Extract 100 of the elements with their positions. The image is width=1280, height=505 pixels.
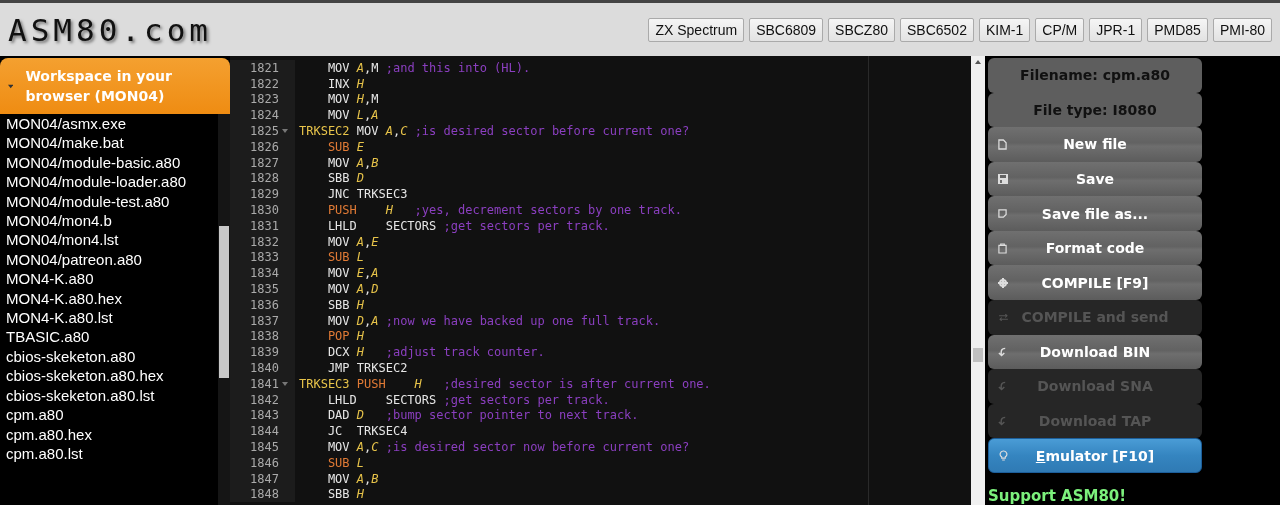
support-link[interactable]: Support ASM80! [988, 486, 1202, 505]
file-info: Filename: cpm.a80 [988, 58, 1202, 93]
file-info: File type: I8080 [988, 92, 1202, 128]
caret-icon [8, 83, 14, 89]
code-line: POP H [326, 329, 365, 344]
platform-button[interactable]: PMD85 [1147, 17, 1208, 42]
panel-button[interactable]: Save [988, 161, 1202, 197]
panel-button[interactable]: COMPILE [F9] [988, 265, 1202, 301]
site-logo: ASM80.com [8, 11, 212, 48]
line-number: 1832 [250, 234, 279, 249]
code-line: MOV A,C ;is desired sector now before current one? [326, 440, 690, 454]
panel-button[interactable]: Format code [988, 230, 1202, 266]
swap-arrows-icon [998, 313, 1009, 321]
fold-arrow-icon[interactable] [282, 381, 288, 386]
file-item[interactable]: cbios-skeketon.a80.hex [6, 366, 218, 386]
line-number: 1843 [250, 408, 279, 423]
platform-button[interactable]: SBC6809 [749, 17, 824, 42]
code-line: SBB H [326, 297, 365, 312]
code-line: MOV H,M [326, 92, 379, 107]
line-number: 1839 [250, 345, 279, 360]
gear-icon [998, 277, 1008, 288]
line-number: 1838 [250, 329, 279, 344]
file-item[interactable]: MON04/module-test.a80 [6, 191, 218, 212]
file-item[interactable]: MON4-K.a80.hex [6, 288, 218, 309]
code-line: MOV L,A [326, 108, 379, 123]
line-number: 1826 [250, 139, 279, 154]
code-line: DCX H ;adjust track counter. [326, 345, 545, 360]
file-item[interactable]: MON4-K.a80 [6, 269, 218, 289]
floppy-icon [998, 174, 1008, 184]
code-line: MOV A,B [326, 471, 379, 486]
code-line: MOV A,E [326, 234, 379, 249]
file-icon [998, 138, 1007, 150]
line-number: 1822 [250, 76, 279, 91]
curved-arrow-icon [998, 381, 1007, 392]
platform-button[interactable]: PMI-80 [1212, 17, 1272, 42]
code-line: SBB D [326, 171, 365, 186]
code-line: SUB E [326, 139, 365, 154]
file-item[interactable]: cpm.a80.hex [6, 424, 218, 444]
platform-button[interactable]: CP/M [1035, 17, 1085, 42]
code-line: JC TRKSEC4 [326, 424, 408, 439]
note-icon [998, 209, 1007, 219]
code-line: INX H [326, 76, 365, 91]
code-line: TRKSEC2 MOV A,C ;is desired sector before current one? [298, 124, 690, 139]
code-line: MOV E,A [326, 266, 379, 281]
file-item[interactable]: MON4-K.a80.lst [6, 308, 218, 328]
platform-button[interactable]: SBCZ80 [828, 17, 895, 42]
scrollbar[interactable] [971, 56, 985, 505]
line-number: 1842 [250, 392, 279, 407]
panel-button[interactable]: Emulator [F10] [988, 438, 1202, 473]
file-item[interactable]: MON04/patreon.a80 [6, 249, 218, 270]
file-item[interactable]: MON04/module-basic.a80 [6, 152, 218, 173]
code-line: MOV A,B [326, 155, 379, 170]
file-item[interactable]: MON04/make.bat [6, 133, 218, 153]
panel-button[interactable]: New file [988, 127, 1202, 162]
scroll-thumb[interactable] [973, 348, 983, 362]
panel-button[interactable]: Download BIN [988, 334, 1202, 370]
line-number: 1840 [250, 361, 279, 376]
fold-arrow-icon[interactable] [282, 129, 288, 134]
line-number: 1837 [250, 313, 279, 328]
line-number: 1824 [250, 108, 279, 123]
line-number: 1848 [250, 487, 279, 502]
curved-arrow-icon [998, 416, 1007, 427]
scroll-up-arrow-icon[interactable] [975, 60, 981, 64]
file-item[interactable]: MON04/asmx.exe [6, 114, 218, 134]
file-item[interactable]: cpm.a80.lst [6, 443, 218, 464]
platform-button[interactable]: SBC6502 [900, 17, 974, 42]
panel-button[interactable]: Save file as... [988, 196, 1202, 231]
line-number: 1841 [250, 376, 279, 391]
line-number: 1847 [250, 471, 279, 486]
line-number: 1828 [250, 171, 279, 186]
file-item[interactable]: MON04/module-loader.a80 [6, 172, 218, 192]
line-number: 1836 [250, 297, 279, 312]
file-item[interactable]: MON04/mon4.b [6, 211, 218, 231]
file-item[interactable]: MON04/mon4.lst [6, 230, 218, 250]
line-number: 1829 [250, 187, 279, 202]
platform-button[interactable]: JPR-1 [1089, 17, 1143, 42]
line-number: 1835 [250, 282, 279, 297]
code-line: DAD D ;bump sector pointer to next track. [326, 408, 639, 423]
line-number: 1825 [250, 124, 279, 139]
line-number: 1821 [250, 60, 279, 75]
code-line: MOV A,M ;and this into (HL). [326, 60, 531, 75]
file-item[interactable]: cbios-skeketon.a80.lst [6, 385, 218, 406]
lightbulb-icon [999, 450, 1008, 462]
line-number: 1827 [250, 155, 279, 170]
code-line: SBB H [326, 487, 365, 502]
line-number: 1844 [250, 424, 279, 439]
scroll-thumb[interactable] [219, 226, 229, 378]
code-line: JMP TRKSEC2 [326, 361, 408, 376]
file-item[interactable]: cpm.a80 [6, 405, 218, 425]
line-number: 1823 [250, 92, 279, 107]
file-item[interactable]: TBASIC.a80 [6, 327, 218, 347]
platform-button[interactable]: KIM-1 [978, 17, 1031, 42]
file-item[interactable]: cbios-skeketon.a80 [6, 346, 218, 367]
code-line: SUB L [326, 455, 365, 470]
clipboard-icon [998, 242, 1007, 254]
line-number: 1833 [250, 250, 279, 265]
platform-button[interactable]: ZX Spectrum [648, 17, 745, 42]
code-line: LHLD SECTORS ;get sectors per track. [326, 218, 610, 233]
scrollbar[interactable] [218, 114, 230, 505]
line-number: 1831 [250, 218, 279, 233]
